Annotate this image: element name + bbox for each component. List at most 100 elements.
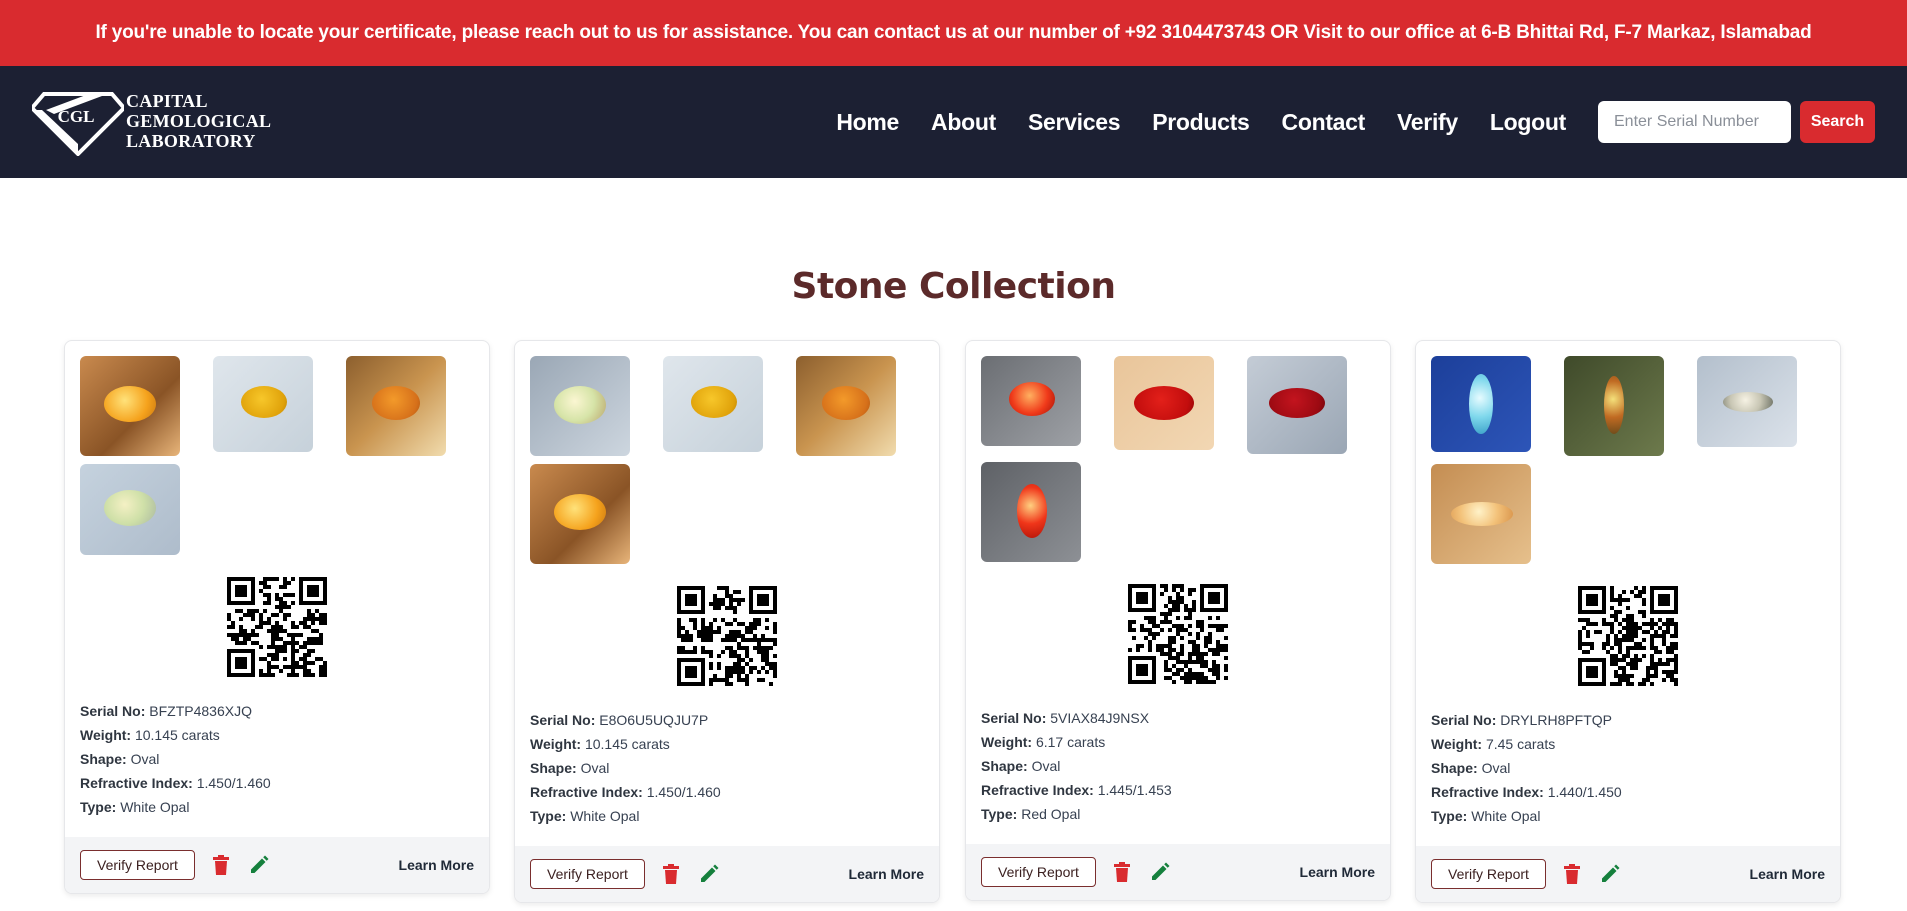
nav-contact[interactable]: Contact (1282, 109, 1366, 136)
pencil-icon[interactable] (1148, 860, 1172, 884)
learn-more-link[interactable]: Learn More (1750, 866, 1825, 882)
card-footer: Verify Report Learn More (515, 846, 939, 902)
trash-icon[interactable] (209, 853, 233, 877)
diamond-logo-icon: CGL (32, 92, 124, 156)
refractive-index-value: 1.445/1.453 (1097, 782, 1172, 798)
brand-logo-link[interactable]: CGL CAPITAL GEMOLOGICAL LABORATORY (32, 86, 271, 156)
shape-row: Shape: Oval (981, 758, 1061, 774)
stone-thumbnail[interactable] (1114, 356, 1214, 450)
brand-line: GEMOLOGICAL (126, 111, 272, 131)
refractive-index-row: Refractive Index: 1.450/1.460 (530, 784, 721, 800)
stone-thumbnail[interactable] (346, 356, 446, 456)
qr-code-icon[interactable] (1578, 586, 1678, 686)
weight-row: Weight: 10.145 carats (530, 736, 670, 752)
weight-value: 7.45 carats (1485, 736, 1556, 752)
weight-row: Weight: 6.17 carats (981, 734, 1106, 750)
stone-image-gallery (966, 341, 1390, 562)
learn-more-link[interactable]: Learn More (1300, 864, 1375, 880)
logo-letters: CGL (58, 107, 95, 126)
type-value: Red Opal (1021, 806, 1081, 822)
type-value: White Opal (1471, 808, 1541, 824)
search-button[interactable]: Search (1800, 101, 1875, 143)
stone-thumbnail[interactable] (981, 462, 1081, 562)
page-title: Stone Collection (791, 266, 1116, 307)
brand-name: CAPITAL GEMOLOGICAL LABORATORY (126, 91, 271, 151)
learn-more-link[interactable]: Learn More (849, 866, 924, 882)
card-footer: Verify Report Learn More (1416, 846, 1840, 902)
qr-code-container (515, 564, 939, 696)
pencil-icon[interactable] (247, 853, 271, 877)
weight-row: Weight: 7.45 carats (1431, 736, 1556, 752)
stone-thumbnail[interactable] (1564, 356, 1664, 456)
weight-value: 10.145 carats (134, 727, 220, 743)
qr-code-container (966, 562, 1390, 694)
stone-card: Serial No: BFZTP4836XJQ Weight: 10.145 c… (64, 340, 490, 894)
pencil-icon[interactable] (1598, 862, 1622, 886)
trash-icon[interactable] (1560, 862, 1584, 886)
stone-thumbnail[interactable] (1697, 356, 1797, 447)
serial-value: 5VIAX84J9NSX (1050, 710, 1150, 726)
serial-row: Serial No: 5VIAX84J9NSX (981, 710, 1150, 726)
stone-thumbnail[interactable] (530, 464, 630, 564)
shape-value: Oval (580, 760, 610, 776)
stone-thumbnail[interactable] (1247, 356, 1347, 454)
stone-image-gallery (1416, 341, 1840, 564)
stone-details: Serial No: DRYLRH8PFTQP Weight: 7.45 car… (1416, 696, 1840, 846)
stone-thumbnail[interactable] (796, 356, 896, 456)
stone-thumbnail[interactable] (80, 356, 180, 456)
shape-row: Shape: Oval (1431, 760, 1511, 776)
qr-code-icon[interactable] (227, 577, 327, 677)
learn-more-link[interactable]: Learn More (399, 857, 474, 873)
shape-value: Oval (1031, 758, 1061, 774)
serial-value: BFZTP4836XJQ (149, 703, 252, 719)
serial-value: DRYLRH8PFTQP (1500, 712, 1613, 728)
stone-details: Serial No: 5VIAX84J9NSX Weight: 6.17 car… (966, 694, 1390, 844)
stone-thumbnail[interactable] (1431, 464, 1531, 564)
type-row: Type: Red Opal (981, 806, 1081, 822)
verify-report-button[interactable]: Verify Report (1431, 859, 1546, 889)
qr-code-container (1416, 564, 1840, 696)
verify-report-button[interactable]: Verify Report (530, 859, 645, 889)
nav-about[interactable]: About (931, 109, 996, 136)
stone-image-gallery (515, 341, 939, 564)
pencil-icon[interactable] (697, 862, 721, 886)
nav-menu: Home About Services Products Contact Ver… (836, 66, 1566, 178)
verify-report-button[interactable]: Verify Report (80, 850, 195, 880)
type-row: Type: White Opal (80, 799, 190, 815)
serial-value: E8O6U5UQJU7P (599, 712, 709, 728)
shape-value: Oval (130, 751, 160, 767)
stone-thumbnail[interactable] (80, 464, 180, 555)
brand-line: CAPITAL (126, 91, 208, 111)
nav-logout[interactable]: Logout (1490, 109, 1566, 136)
nav-verify[interactable]: Verify (1397, 109, 1458, 136)
serial-row: Serial No: DRYLRH8PFTQP (1431, 712, 1613, 728)
refractive-index-value: 1.440/1.450 (1547, 784, 1622, 800)
stone-thumbnail[interactable] (981, 356, 1081, 446)
type-value: White Opal (570, 808, 640, 824)
stone-card: Serial No: E8O6U5UQJU7P Weight: 10.145 c… (514, 340, 940, 903)
brand-line: LABORATORY (126, 131, 256, 151)
stone-thumbnail[interactable] (1431, 356, 1531, 452)
qr-code-icon[interactable] (1128, 584, 1228, 684)
serial-search-input[interactable] (1598, 101, 1791, 143)
weight-row: Weight: 10.145 carats (80, 727, 220, 743)
shape-value: Oval (1481, 760, 1511, 776)
stone-thumbnail[interactable] (663, 356, 763, 452)
stone-thumbnail[interactable] (213, 356, 313, 452)
qr-code-icon[interactable] (677, 586, 777, 686)
refractive-index-row: Refractive Index: 1.440/1.450 (1431, 784, 1622, 800)
nav-services[interactable]: Services (1028, 109, 1121, 136)
type-row: Type: White Opal (530, 808, 640, 824)
stone-details: Serial No: E8O6U5UQJU7P Weight: 10.145 c… (515, 696, 939, 846)
qr-code-container (65, 555, 489, 687)
stone-thumbnail[interactable] (530, 356, 630, 456)
type-row: Type: White Opal (1431, 808, 1541, 824)
shape-row: Shape: Oval (80, 751, 160, 767)
trash-icon[interactable] (659, 862, 683, 886)
trash-icon[interactable] (1110, 860, 1134, 884)
nav-products[interactable]: Products (1152, 109, 1250, 136)
weight-value: 6.17 carats (1035, 734, 1106, 750)
nav-home[interactable]: Home (836, 109, 899, 136)
verify-report-button[interactable]: Verify Report (981, 857, 1096, 887)
stone-details: Serial No: BFZTP4836XJQ Weight: 10.145 c… (65, 687, 489, 837)
